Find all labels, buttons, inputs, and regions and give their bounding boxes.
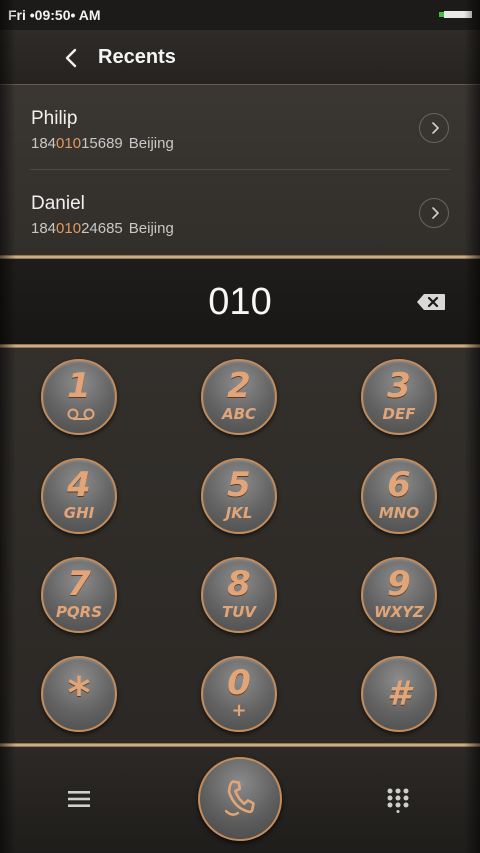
key-digit: 4 bbox=[67, 465, 91, 505]
key-letters: DEF bbox=[382, 405, 416, 423]
key-4[interactable]: 4 GHI bbox=[41, 458, 117, 534]
dialed-number: 010 bbox=[208, 281, 272, 323]
bottom-bar bbox=[0, 747, 480, 853]
key-5[interactable]: 5 JKL bbox=[201, 458, 277, 534]
key-digit: 9 bbox=[387, 564, 411, 604]
key-letters: TUV bbox=[221, 603, 257, 621]
key-letters: PQRS bbox=[55, 603, 103, 621]
chevron-right-icon bbox=[432, 207, 439, 219]
status-bar: Fri •09:50• AM bbox=[0, 0, 480, 30]
menu-icon[interactable] bbox=[68, 789, 90, 809]
contact-details: 18401024685 Beijing bbox=[31, 220, 174, 237]
title-bar: Recents bbox=[0, 30, 480, 85]
number-display: 010 bbox=[0, 259, 480, 344]
key-letters: + bbox=[231, 700, 247, 721]
key-9[interactable]: 9 WXYZ bbox=[361, 557, 437, 633]
key-letters: MNO bbox=[378, 504, 420, 522]
key-digit: 7 bbox=[67, 564, 91, 604]
key-1[interactable]: 1 bbox=[41, 359, 117, 435]
contact-details: 18401015689 Beijing bbox=[31, 135, 174, 152]
key-digit: 5 bbox=[227, 465, 251, 505]
contact-location: Beijing bbox=[128, 135, 174, 152]
contact-detail-button[interactable] bbox=[419, 113, 449, 143]
key-letters: GHI bbox=[63, 504, 95, 522]
key-3[interactable]: 3 DEF bbox=[361, 359, 437, 435]
key-letters: ABC bbox=[221, 405, 257, 423]
dialpad-icon[interactable] bbox=[386, 787, 410, 813]
key-digit: 6 bbox=[387, 465, 411, 505]
key-8[interactable]: 8 TUV bbox=[201, 557, 277, 633]
key-7[interactable]: 7 PQRS bbox=[41, 557, 117, 633]
backspace-button[interactable] bbox=[416, 293, 446, 311]
key-digit: 3 bbox=[387, 366, 411, 406]
number-match-highlight: 010 bbox=[56, 135, 82, 152]
number-suffix: 24685 bbox=[81, 220, 123, 237]
back-button[interactable] bbox=[58, 44, 86, 72]
key-star[interactable]: * bbox=[41, 656, 117, 732]
contact-name: Daniel bbox=[31, 193, 85, 214]
key-letters: WXYZ bbox=[374, 603, 424, 621]
key-letters: JKL bbox=[225, 504, 253, 522]
key-hash[interactable]: # bbox=[361, 656, 437, 732]
number-match-highlight: 010 bbox=[56, 220, 82, 237]
number-prefix: 184 bbox=[31, 220, 57, 237]
call-button[interactable] bbox=[198, 757, 282, 841]
key-digit: 0 bbox=[227, 663, 251, 703]
chevron-left-icon bbox=[65, 48, 77, 68]
key-digit: 8 bbox=[227, 564, 251, 604]
recent-call-row[interactable]: Daniel 18401024685 Beijing bbox=[0, 170, 480, 254]
recent-call-row[interactable]: Philip 18401015689 Beijing bbox=[0, 85, 480, 170]
contact-name: Philip bbox=[31, 108, 78, 129]
keypad: 1 2 ABC 3 DEF 4 GHI 5 JKL 6 MNO 7 PQRS 8… bbox=[0, 348, 480, 743]
recents-list: Philip 18401015689 Beijing Daniel 1840102… bbox=[0, 85, 480, 255]
contact-location: Beijing bbox=[128, 220, 174, 237]
key-0[interactable]: 0 + bbox=[201, 656, 277, 732]
voicemail-icon bbox=[67, 408, 95, 420]
number-suffix: 15689 bbox=[81, 135, 123, 152]
contact-detail-button[interactable] bbox=[419, 198, 449, 228]
number-prefix: 184 bbox=[31, 135, 57, 152]
phone-icon bbox=[224, 780, 255, 816]
status-time: Fri •09:50• AM bbox=[8, 7, 101, 23]
key-digit: 2 bbox=[227, 366, 251, 406]
key-digit: * bbox=[67, 668, 91, 719]
page-title: Recents bbox=[98, 46, 176, 68]
key-digit: 1 bbox=[67, 366, 91, 406]
battery-icon bbox=[439, 11, 472, 18]
key-digit: # bbox=[387, 674, 411, 714]
chevron-right-icon bbox=[432, 122, 439, 134]
backspace-icon bbox=[417, 294, 445, 310]
key-6[interactable]: 6 MNO bbox=[361, 458, 437, 534]
key-2[interactable]: 2 ABC bbox=[201, 359, 277, 435]
